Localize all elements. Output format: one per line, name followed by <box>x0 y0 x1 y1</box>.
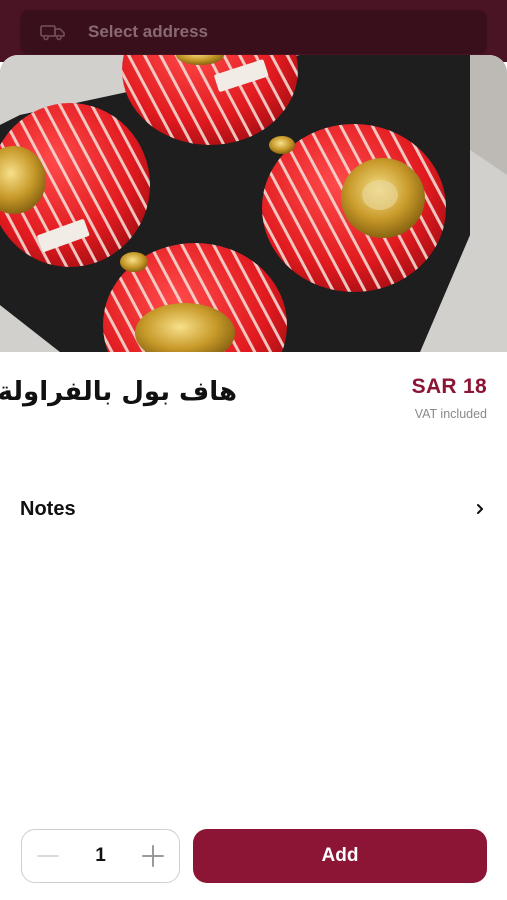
delivery-truck-icon <box>40 22 68 42</box>
notes-row[interactable]: Notes <box>20 488 487 530</box>
quantity-value: 1 <box>95 845 106 866</box>
select-address-label: Select address <box>88 22 209 41</box>
increment-button[interactable] <box>141 844 165 868</box>
quantity-stepper: 1 <box>21 829 180 883</box>
product-title: هاف بول بالفراولة <box>0 377 237 407</box>
vat-note: VAT included <box>414 407 487 421</box>
notes-label: Notes <box>20 497 76 520</box>
product-detail-screen: Select address هاف بول بالفراولة SAR 18 … <box>0 0 507 900</box>
select-address-button[interactable]: Select address <box>20 10 487 54</box>
product-price: SAR 18 <box>411 375 487 398</box>
add-button[interactable]: Add <box>193 829 487 883</box>
product-image <box>0 55 507 352</box>
top-bar: Select address <box>0 0 507 62</box>
minus-icon <box>37 855 59 857</box>
plus-icon <box>141 845 164 867</box>
chevron-right-icon <box>473 502 487 516</box>
decrement-button[interactable] <box>36 844 60 868</box>
